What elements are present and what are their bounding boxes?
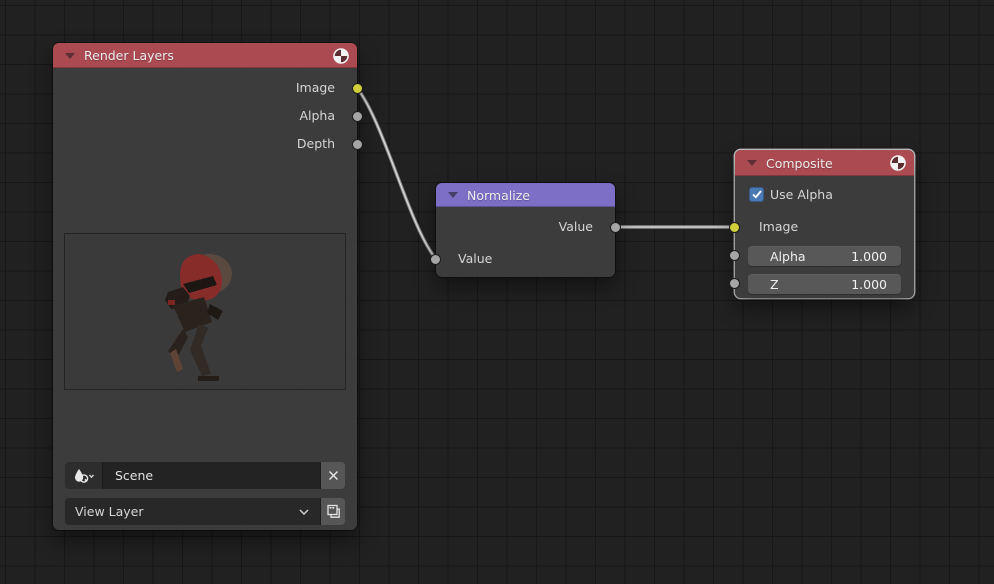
collapse-triangle-icon[interactable] [65,53,75,59]
use-alpha-label: Use Alpha [770,187,833,203]
input-label-image: Image [759,219,798,235]
z-field-value: 1.000 [851,277,887,292]
scene-browse-button[interactable] [65,462,103,489]
view-layer-icon [326,504,341,519]
alpha-value-field[interactable]: Alpha 1.000 [748,246,901,266]
socket-input-alpha[interactable] [729,250,740,261]
z-value-field[interactable]: Z 1.000 [748,274,901,294]
node-title: Normalize [467,188,607,203]
z-field-label: Z [770,277,779,292]
new-view-layer-button[interactable] [320,498,345,525]
render-preview-image [64,233,346,390]
collapse-triangle-icon[interactable] [448,192,458,198]
composite-header[interactable]: Composite [735,150,914,176]
socket-input-image[interactable] [729,222,740,233]
view-layer-dropdown[interactable]: View Layer [65,498,320,525]
node-title: Render Layers [84,48,333,63]
socket-output-alpha[interactable] [352,111,363,122]
character-sprite [65,234,345,389]
view-layer-value: View Layer [75,504,144,519]
scene-clear-button[interactable] [320,462,345,489]
close-icon [328,470,339,481]
node-title: Composite [766,156,890,171]
socket-output-depth[interactable] [352,139,363,150]
check-icon [752,190,762,199]
output-label-image: Image [215,80,335,96]
output-label-value: Value [493,219,593,235]
render-sphere-icon [890,155,906,171]
scene-selector-row: Scene [65,462,345,489]
alpha-field-label: Alpha [770,249,806,264]
view-layer-row: View Layer [65,498,345,525]
output-label-alpha: Alpha [215,108,335,124]
collapse-triangle-icon[interactable] [747,160,757,166]
node-normalize[interactable]: Normalize Value Value [436,183,615,277]
socket-output-value[interactable] [610,222,621,233]
node-render-layers[interactable]: Render Layers Image Alpha Depth [53,43,357,530]
node-composite[interactable]: Composite Use Alpha Image Alpha 1.000 Z [735,150,914,298]
input-label-value: Value [458,251,492,267]
scene-icon [73,468,95,484]
socket-input-z[interactable] [729,278,740,289]
socket-input-value[interactable] [430,254,441,265]
scene-name-field[interactable]: Scene [103,462,320,489]
use-alpha-checkbox[interactable] [749,187,764,202]
node-editor-canvas[interactable]: Render Layers Image Alpha Depth [0,0,994,584]
normalize-header[interactable]: Normalize [436,183,615,207]
chevron-down-icon [298,508,310,516]
alpha-field-value: 1.000 [851,249,887,264]
wire-image-to-normalize[interactable] [357,88,436,259]
render-sphere-icon [333,48,349,64]
output-label-depth: Depth [215,136,335,152]
render-layers-header[interactable]: Render Layers [53,43,357,68]
socket-output-image[interactable] [352,83,363,94]
